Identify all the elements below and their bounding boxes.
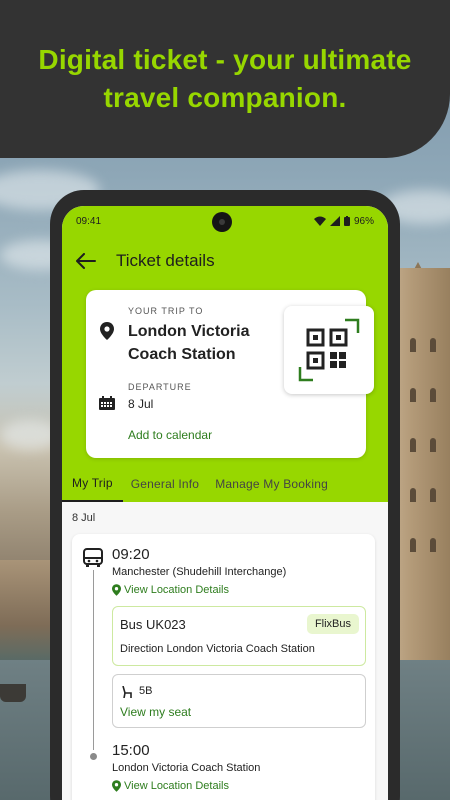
trip-content: 8 Jul 09:20 Manchester (Shudehill Interc… <box>62 502 388 800</box>
seat-number: 5B <box>139 685 153 697</box>
status-icons: 96% <box>313 215 374 227</box>
front-camera <box>212 212 232 232</box>
tab-bar: My Trip General Info Manage My Booking <box>62 466 388 502</box>
tab-general-info[interactable]: General Info <box>123 466 207 502</box>
phone-frame: 09:41 96% Ticket details YOUR TRIP TO Lo… <box>50 190 400 800</box>
location-pin-icon <box>112 584 121 596</box>
departure-stop: Manchester (Shudehill Interchange) <box>112 566 287 578</box>
page-title: Ticket details <box>116 251 215 270</box>
trip-destination-line2: Coach Station <box>128 346 236 363</box>
operator-badge: FlixBus <box>306 614 359 634</box>
battery-level: 96% <box>353 215 374 227</box>
seat-icon <box>121 685 133 703</box>
journey-date: 8 Jul <box>72 512 96 524</box>
arrival-stop: London Victoria Coach Station <box>112 762 261 774</box>
status-time: 09:41 <box>76 215 102 227</box>
promo-headline-line2: travel companion. <box>103 82 347 113</box>
wifi-icon <box>313 216 326 226</box>
departure-time: 09:20 <box>112 546 150 563</box>
qr-code-button[interactable] <box>284 306 374 394</box>
bridge-image <box>0 560 52 670</box>
seat-info-box[interactable]: 5B View my seat <box>112 674 366 728</box>
boat-image <box>0 684 26 702</box>
promo-headline-line1: Digital ticket - your ultimate <box>38 44 412 75</box>
arrival-location-link[interactable]: View Location Details <box>112 780 229 792</box>
departure-date: 8 Jul <box>128 397 154 411</box>
add-to-calendar-link[interactable]: Add to calendar <box>128 428 212 442</box>
battery-icon <box>343 216 350 226</box>
tab-manage-booking[interactable]: Manage My Booking <box>207 466 336 502</box>
back-arrow-icon[interactable] <box>76 250 98 272</box>
bus-number: Bus UK023 <box>120 617 186 632</box>
location-pin-icon <box>112 780 121 792</box>
location-pin-icon <box>100 322 114 345</box>
departure-location-link[interactable]: View Location Details <box>112 584 229 596</box>
bus-info-box: Bus UK023 FlixBus Direction London Victo… <box>112 606 366 666</box>
qr-code-icon <box>298 318 360 382</box>
trip-summary-card: YOUR TRIP TO London Victoria Coach Stati… <box>86 290 374 458</box>
promo-headline: Digital ticket - your ultimate travel co… <box>0 41 450 117</box>
tab-my-trip[interactable]: My Trip <box>62 466 123 502</box>
arrival-dot <box>90 753 97 760</box>
trip-destination-line1: London Victoria <box>128 323 250 340</box>
trip-destination: London Victoria Coach Station <box>128 320 278 366</box>
signal-icon <box>329 216 340 226</box>
arrival-time: 15:00 <box>112 742 150 759</box>
journey-card: 09:20 Manchester (Shudehill Interchange)… <box>72 534 375 800</box>
app-bar: Ticket details <box>62 236 388 286</box>
trip-label: YOUR TRIP TO <box>128 306 204 316</box>
phone-screen: 09:41 96% Ticket details YOUR TRIP TO Lo… <box>62 206 388 800</box>
promo-banner: Digital ticket - your ultimate travel co… <box>0 0 450 158</box>
arrival-location-label: View Location Details <box>124 780 229 792</box>
journey-timeline <box>93 570 94 750</box>
calendar-icon <box>99 396 115 415</box>
bus-direction: Direction London Victoria Coach Station <box>120 643 315 655</box>
departure-label: DEPARTURE <box>128 382 192 392</box>
departure-location-label: View Location Details <box>124 584 229 596</box>
view-seat-link[interactable]: View my seat <box>120 705 191 719</box>
